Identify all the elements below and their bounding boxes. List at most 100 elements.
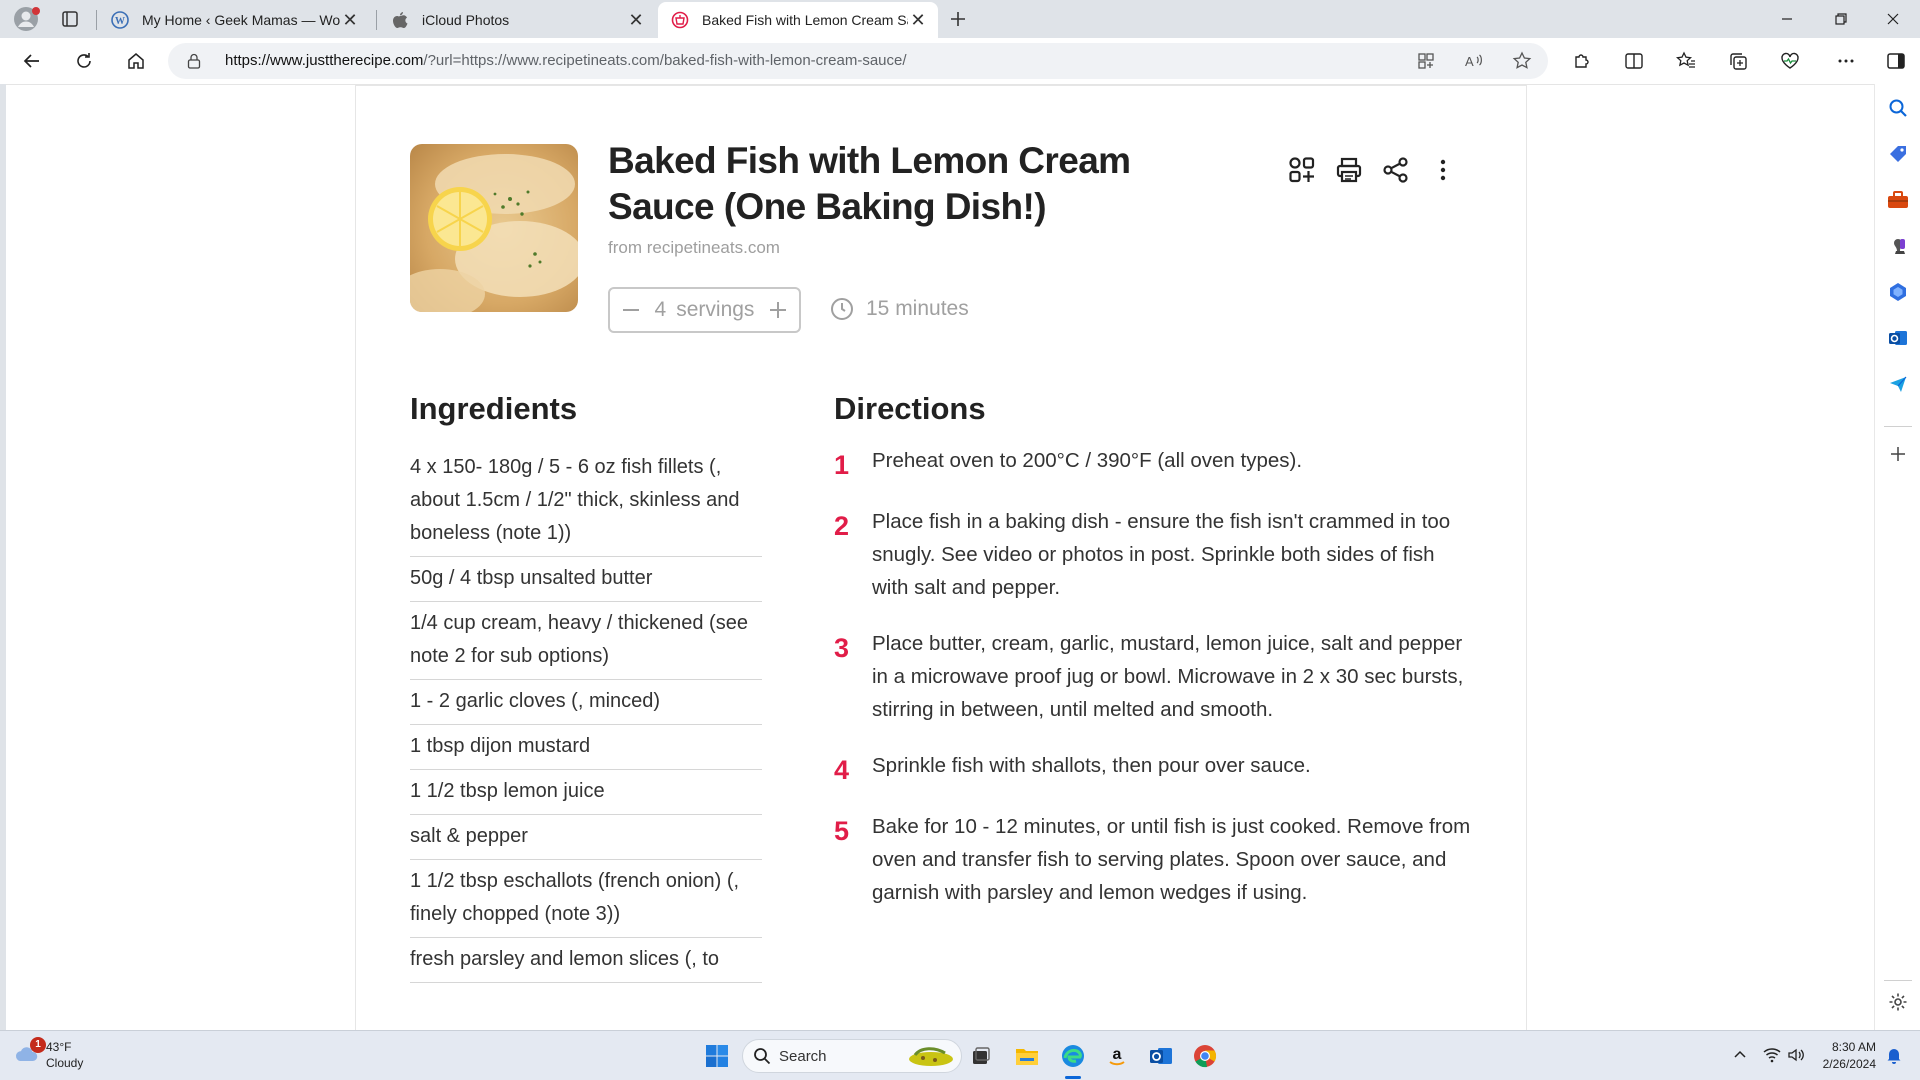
sidebar-outlook-button[interactable]: [1884, 324, 1912, 352]
tab-close-button[interactable]: ✕: [908, 10, 928, 30]
browser-essentials-button[interactable]: [1774, 45, 1806, 77]
system-clock[interactable]: 8:30 AM 2/26/2024: [1808, 1039, 1876, 1073]
ingredients-list: 4 x 150- 180g / 5 - 6 oz fish fillets (,…: [410, 446, 762, 983]
apple-icon: [390, 10, 410, 30]
weather-widget[interactable]: 1 43°F Cloudy: [14, 1037, 83, 1071]
tab-separator: [376, 10, 377, 30]
share-button[interactable]: [1380, 154, 1411, 185]
amazon-icon: a: [1109, 1046, 1125, 1066]
sidebar-tools-button[interactable]: [1884, 186, 1912, 214]
home-button[interactable]: [120, 45, 152, 77]
wordpress-icon: W: [110, 10, 130, 30]
url-text[interactable]: https://www.justtherecipe.com/?url=https…: [225, 52, 907, 69]
volume-button[interactable]: [1784, 1043, 1808, 1067]
servings-count: 4: [654, 298, 667, 321]
read-aloud-button[interactable]: A: [1460, 47, 1488, 75]
recipe-actions: [1286, 154, 1458, 185]
edge-taskbar-button[interactable]: [1056, 1039, 1090, 1073]
clock-icon: [831, 298, 853, 320]
weather-temp: 43°F: [46, 1040, 72, 1054]
star-icon: [1512, 51, 1532, 69]
search-placeholder: Search: [779, 1047, 827, 1065]
amazon-button[interactable]: a: [1100, 1039, 1134, 1073]
favorites-button[interactable]: [1670, 45, 1702, 77]
servings-label: servings: [676, 298, 755, 321]
settings-more-button[interactable]: [1830, 45, 1862, 77]
recipe-thumbnail[interactable]: [410, 144, 578, 312]
sidebar-drop-button[interactable]: [1884, 370, 1912, 398]
minimize-button[interactable]: [1760, 0, 1814, 38]
ingredients-heading: Ingredients: [410, 391, 578, 426]
extensions-button[interactable]: [1566, 45, 1598, 77]
tab-icloud-photos[interactable]: iCloud Photos ✕: [378, 2, 656, 38]
print-button[interactable]: [1333, 154, 1364, 185]
increase-servings-button[interactable]: [767, 299, 789, 321]
ingredient-item: salt & pepper: [410, 815, 762, 860]
servings-stepper: 4 servings: [608, 287, 801, 333]
tab-close-button[interactable]: ✕: [340, 10, 360, 30]
recipe-source[interactable]: from recipetineats.com: [608, 238, 780, 258]
close-window-button[interactable]: [1866, 0, 1920, 38]
paper-plane-icon: [1890, 376, 1907, 392]
add-to-collection-button[interactable]: [1286, 154, 1317, 185]
app-available-button[interactable]: [1412, 47, 1440, 75]
split-screen-icon: [1625, 53, 1643, 69]
gear-icon: [1889, 993, 1907, 1011]
active-app-indicator: [1065, 1076, 1081, 1079]
tab-actions-button[interactable]: [54, 5, 86, 33]
new-tab-button[interactable]: [944, 5, 972, 33]
directions-heading: Directions: [834, 391, 986, 426]
chevron-up-icon: [1734, 1050, 1746, 1058]
notifications-button[interactable]: [1882, 1043, 1906, 1067]
ingredient-item: 4 x 150- 180g / 5 - 6 oz fish fillets (,…: [410, 446, 762, 557]
outlook-taskbar-button[interactable]: [1144, 1039, 1178, 1073]
search-icon: [754, 1048, 771, 1065]
address-bar[interactable]: https://www.justtherecipe.com/?url=https…: [168, 43, 1548, 79]
sidebar-games-button[interactable]: [1884, 232, 1912, 260]
split-screen-button[interactable]: [1618, 45, 1650, 77]
taskbar-search[interactable]: Search: [742, 1039, 962, 1073]
tab-wordpress[interactable]: W My Home ‹ Geek Mamas — WordPress.com ✕: [98, 2, 370, 38]
back-button[interactable]: [16, 45, 48, 77]
plus-icon: [1891, 447, 1905, 461]
ingredient-item: 1 - 2 garlic cloves (, minced): [410, 680, 762, 725]
outlook-icon: [1889, 331, 1907, 345]
sidebar-search-button[interactable]: [1884, 94, 1912, 122]
show-hidden-icons-button[interactable]: [1728, 1043, 1752, 1067]
collections-button[interactable]: [1722, 45, 1754, 77]
profile-button[interactable]: [10, 5, 42, 33]
direction-step: 5 Bake for 10 - 12 minutes, or until fish…: [834, 810, 1474, 909]
food-photo: [410, 144, 578, 312]
grid-plus-icon: [1288, 156, 1314, 182]
tab-baked-fish-recipe[interactable]: Baked Fish with Lemon Cream Sauce ✕: [658, 2, 938, 38]
sidebar-settings-button[interactable]: [1884, 988, 1912, 1016]
ingredient-item: 1/4 cup cream, heavy / thickened (see no…: [410, 602, 762, 680]
sidebar-toggle-button[interactable]: [1880, 45, 1912, 77]
sidebar-add-button[interactable]: [1884, 440, 1912, 468]
task-view-button[interactable]: [964, 1039, 998, 1073]
recipe-title: Baked Fish with Lemon Cream Sauce (One B…: [608, 140, 1131, 227]
refresh-button[interactable]: [68, 45, 100, 77]
tab-label: Baked Fish with Lemon Cream Sauce: [702, 12, 908, 28]
decrease-servings-button[interactable]: [620, 299, 642, 321]
cook-time: 15 minutes: [830, 297, 969, 321]
file-explorer-button[interactable]: [1010, 1039, 1044, 1073]
minus-icon: [623, 309, 639, 311]
sidebar-divider: [1884, 980, 1912, 981]
tab-label: My Home ‹ Geek Mamas — WordPress.com: [142, 12, 340, 28]
sidebar-shopping-button[interactable]: [1884, 140, 1912, 168]
start-button[interactable]: [700, 1039, 734, 1073]
restore-button[interactable]: [1814, 0, 1868, 38]
favorite-button[interactable]: [1508, 47, 1536, 75]
direction-step: 1 Preheat oven to 200°C / 390°F (all oven…: [834, 444, 1474, 482]
tab-close-button[interactable]: ✕: [626, 10, 646, 30]
more-options-button[interactable]: [1427, 154, 1458, 185]
arrow-left-icon: [23, 54, 39, 68]
sidebar-copilot-button[interactable]: [1884, 278, 1912, 306]
network-button[interactable]: [1760, 1043, 1784, 1067]
recipe-icon: [670, 10, 690, 30]
step-text: Place butter, cream, garlic, mustard, le…: [872, 632, 1464, 721]
chrome-button[interactable]: [1188, 1039, 1222, 1073]
sidebar-icon: [1887, 53, 1905, 69]
ingredient-item: 1 tbsp dijon mustard: [410, 725, 762, 770]
